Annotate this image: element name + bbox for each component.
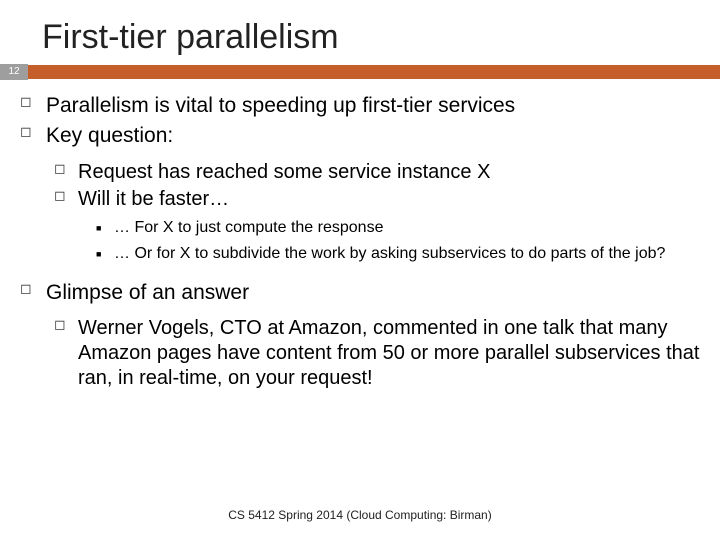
square-open-icon: ◻ bbox=[20, 280, 32, 298]
bullet-text: Request has reached some service instanc… bbox=[78, 161, 490, 183]
square-filled-icon: ■ bbox=[96, 223, 101, 234]
bullet-text: Parallelism is vital to speeding up firs… bbox=[46, 94, 515, 117]
bullet-lvl2: ◻ Werner Vogels, CTO at Amazon, commente… bbox=[78, 316, 700, 391]
bullet-text: Glimpse of an answer bbox=[46, 281, 249, 304]
bullet-lvl1: ◻ Key question: bbox=[46, 123, 700, 149]
square-filled-icon: ■ bbox=[96, 249, 101, 260]
sub-list: ◻ Request has reached some service insta… bbox=[46, 154, 700, 280]
accent-bar: 12 bbox=[0, 65, 720, 79]
bullet-text: Will it be faster… bbox=[78, 188, 229, 210]
bullet-text: Werner Vogels, CTO at Amazon, commented … bbox=[78, 317, 699, 389]
square-open-icon: ◻ bbox=[20, 93, 32, 111]
bullet-text: Key question: bbox=[46, 124, 173, 147]
bullet-lvl2: ◻ Request has reached some service insta… bbox=[78, 160, 700, 185]
content-area: ◻ Parallelism is vital to speeding up fi… bbox=[0, 79, 720, 399]
page-number: 12 bbox=[0, 64, 28, 80]
bullet-lvl3: ■ … Or for X to subdivide the work by as… bbox=[114, 244, 700, 264]
bullet-lvl1: ◻ Glimpse of an answer bbox=[46, 280, 700, 306]
sub-sub-list: ■ … For X to just compute the response ■… bbox=[78, 214, 700, 274]
sub-list: ◻ Werner Vogels, CTO at Amazon, commente… bbox=[46, 310, 700, 399]
square-open-icon: ◻ bbox=[54, 160, 66, 178]
bullet-text: … Or for X to subdivide the work by aski… bbox=[114, 245, 665, 262]
bullet-lvl2: ◻ Will it be faster… bbox=[78, 187, 700, 212]
bullet-text: … For X to just compute the response bbox=[114, 219, 383, 236]
bullet-lvl3: ■ … For X to just compute the response bbox=[114, 218, 700, 238]
square-open-icon: ◻ bbox=[54, 187, 66, 205]
square-open-icon: ◻ bbox=[20, 123, 32, 141]
slide-title: First-tier parallelism bbox=[0, 0, 720, 65]
footer-text: CS 5412 Spring 2014 (Cloud Computing: Bi… bbox=[0, 508, 720, 522]
square-open-icon: ◻ bbox=[54, 316, 66, 334]
slide: First-tier parallelism 12 ◻ Parallelism … bbox=[0, 0, 720, 540]
bullet-lvl1: ◻ Parallelism is vital to speeding up fi… bbox=[46, 93, 700, 119]
